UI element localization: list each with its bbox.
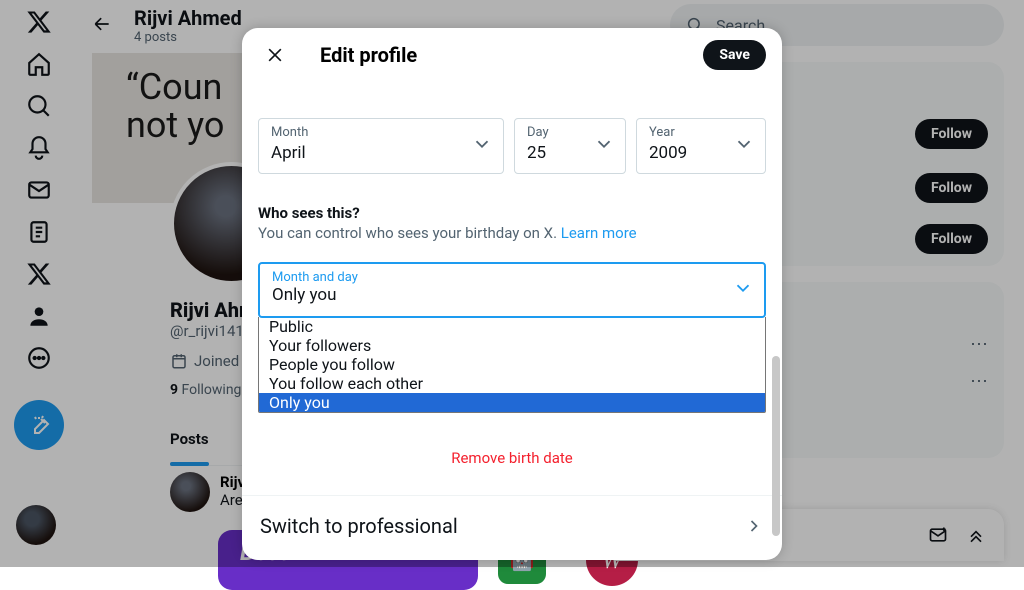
- field-label: Year: [649, 125, 675, 140]
- chevron-down-icon: [732, 277, 754, 303]
- field-label: Day: [527, 125, 549, 140]
- option-public[interactable]: Public: [259, 317, 765, 336]
- field-label: Month and day: [272, 270, 752, 285]
- chevron-down-icon: [593, 133, 615, 159]
- modal-scrollbar[interactable]: [772, 356, 780, 536]
- field-label: Month: [271, 125, 308, 140]
- remove-birth-date-link[interactable]: Remove birth date: [258, 449, 766, 467]
- switch-label: Switch to professional: [260, 514, 458, 538]
- who-sees-sub: You can control who sees your birthday o…: [258, 224, 766, 242]
- option-your-followers[interactable]: Your followers: [259, 336, 765, 355]
- option-only-you[interactable]: Only you: [259, 393, 765, 412]
- close-icon[interactable]: [258, 38, 292, 72]
- option-people-you-follow[interactable]: People you follow: [259, 355, 765, 374]
- field-value: April: [271, 143, 491, 163]
- modal-title: Edit profile: [320, 43, 417, 67]
- option-mutual[interactable]: You follow each other: [259, 374, 765, 393]
- chevron-down-icon: [733, 133, 755, 159]
- who-sees-heading: Who sees this?: [258, 204, 766, 222]
- field-value: Only you: [272, 285, 752, 305]
- edit-profile-modal: Edit profile Save Month April Day 25 Yea…: [242, 28, 782, 560]
- chevron-right-icon: [744, 516, 764, 536]
- chevron-down-icon: [471, 133, 493, 159]
- birth-month-select[interactable]: Month April: [258, 118, 504, 174]
- visibility-dropdown: Public Your followers People you follow …: [258, 317, 766, 413]
- birth-year-select[interactable]: Year 2009: [636, 118, 766, 174]
- save-button[interactable]: Save: [703, 40, 766, 70]
- birth-day-select[interactable]: Day 25: [514, 118, 626, 174]
- month-day-visibility-select[interactable]: Month and day Only you: [258, 262, 766, 318]
- learn-more-link[interactable]: Learn more: [561, 224, 637, 242]
- switch-to-professional[interactable]: Switch to professional: [242, 495, 782, 538]
